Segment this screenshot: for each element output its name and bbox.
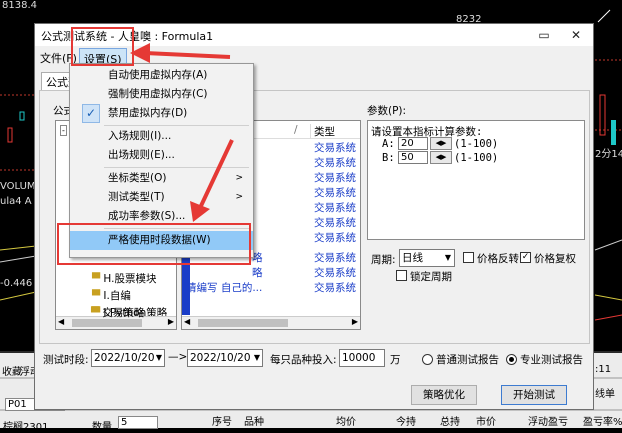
annotation-arrows <box>130 43 234 222</box>
